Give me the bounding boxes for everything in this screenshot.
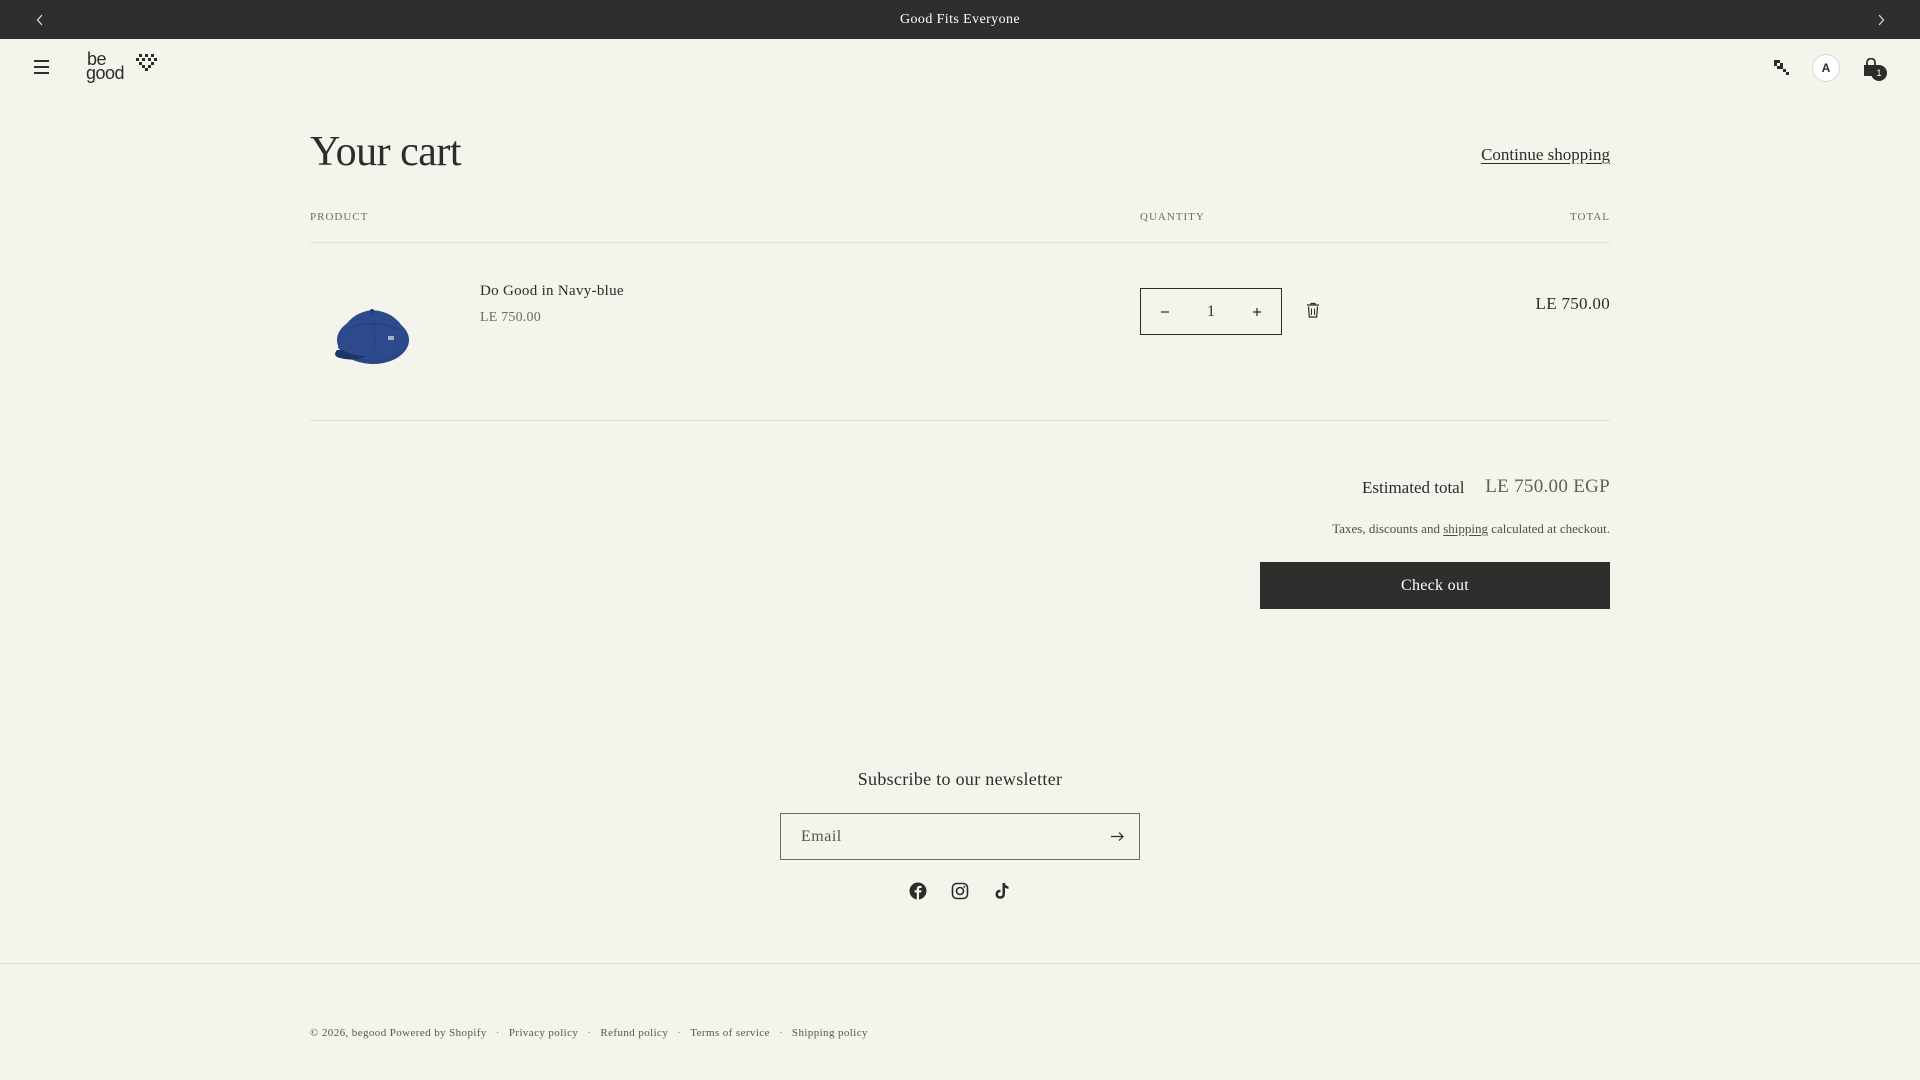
quantity-stepper: 1 [1140, 288, 1282, 335]
quantity-decrease-button[interactable] [1155, 301, 1175, 322]
line-total: LE 750.00 [1535, 294, 1610, 313]
header-divider [310, 242, 1610, 243]
page-title: Your cart [310, 129, 462, 175]
tiktok-icon [995, 883, 1009, 899]
chevron-right-icon [1878, 14, 1884, 25]
shipping-link[interactable]: shipping [1443, 521, 1488, 536]
site-logo[interactable]: be good [86, 50, 158, 85]
tax-note: Taxes, discounts and shipping calculated… [1332, 521, 1610, 537]
terms-of-service-link[interactable]: Terms of service [690, 1027, 770, 1039]
newsletter-title: Subscribe to our newsletter [857, 769, 1063, 789]
social-links [906, 879, 1014, 903]
tax-note-after: calculated at checkout. [1491, 521, 1610, 536]
instagram-link[interactable] [948, 879, 972, 903]
announcement-text: Good Fits Everyone [900, 11, 1020, 27]
plus-icon [1253, 308, 1261, 316]
column-header-product: PRODUCT [310, 211, 369, 223]
product-name[interactable]: Do Good in Navy-blue [480, 283, 624, 300]
search-button[interactable] [1768, 53, 1798, 83]
footer-separator: · [677, 1027, 682, 1039]
arrow-right-icon [1110, 832, 1124, 841]
estimated-total-value: LE 750.00 EGP [1485, 476, 1610, 497]
trash-icon [1307, 302, 1319, 318]
cart-count-badge: 1 [1871, 65, 1887, 81]
quantity-input[interactable]: 1 [1207, 303, 1215, 321]
column-header-quantity: QUANTITY [1140, 211, 1205, 223]
chevron-left-icon [36, 14, 42, 25]
remove-item-button[interactable] [1306, 302, 1322, 320]
footer: © 2026, begood Powered by Shopify · Priv… [310, 1027, 868, 1039]
quantity-increase-button[interactable] [1247, 301, 1267, 322]
announcement-prev-button[interactable] [20, 0, 59, 39]
facebook-icon [909, 882, 927, 900]
estimated-total-label: Estimated total [1362, 478, 1465, 497]
search-icon [1774, 60, 1789, 75]
newsletter-submit-button[interactable] [1095, 814, 1139, 859]
menu-icon[interactable] [32, 58, 52, 76]
announcement-bar: Good Fits Everyone [0, 0, 1920, 39]
column-header-total: TOTAL [1570, 211, 1610, 223]
checkout-button[interactable]: Check out [1260, 562, 1610, 609]
items-divider [310, 420, 1610, 421]
continue-shopping-link[interactable]: Continue shopping [1481, 145, 1610, 165]
tax-note-before: Taxes, discounts and [1332, 521, 1440, 536]
product-price: LE 750.00 [480, 310, 541, 325]
footer-separator: · [587, 1027, 592, 1039]
logo-heart-icon [136, 54, 157, 71]
navy-cap-image[interactable] [310, 270, 435, 380]
footer-copyright[interactable]: © 2026, begood [310, 1027, 387, 1039]
shipping-policy-link[interactable]: Shipping policy [792, 1027, 868, 1039]
site-header: be good A [0, 39, 1920, 97]
footer-divider [0, 963, 1920, 964]
announcement-next-button[interactable] [1861, 0, 1900, 39]
facebook-link[interactable] [906, 879, 930, 903]
footer-separator: · [778, 1027, 783, 1039]
powered-by-link[interactable]: Powered by Shopify [390, 1027, 487, 1039]
tiktok-link[interactable] [990, 879, 1014, 903]
footer-separator: · [495, 1027, 500, 1039]
newsletter-form [780, 813, 1140, 860]
email-input[interactable] [781, 814, 1095, 859]
minus-icon [1161, 311, 1169, 313]
instagram-icon [951, 882, 969, 900]
logo-word-bottom: good [86, 63, 125, 83]
account-button[interactable]: A [1812, 54, 1840, 82]
privacy-policy-link[interactable]: Privacy policy [509, 1027, 578, 1039]
refund-policy-link[interactable]: Refund policy [600, 1027, 668, 1039]
